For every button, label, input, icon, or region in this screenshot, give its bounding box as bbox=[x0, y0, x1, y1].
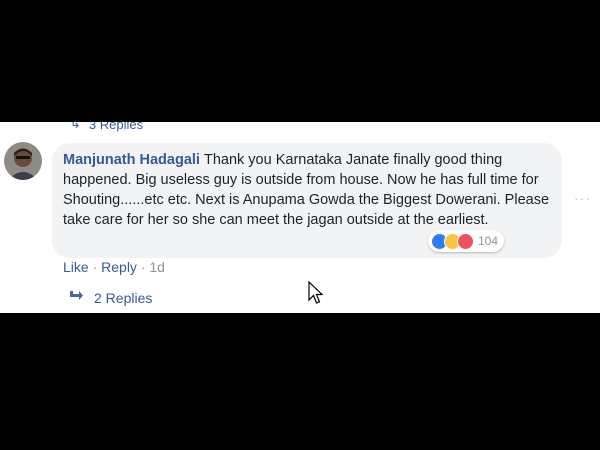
previous-replies-link[interactable]: ↳ 3 Replies bbox=[70, 122, 143, 132]
reply-arrow-icon bbox=[68, 289, 84, 306]
comment-body: Manjunath Hadagali Thank you Karnataka Ja… bbox=[63, 150, 553, 230]
comment-actions: Like · Reply · 1d bbox=[63, 259, 165, 275]
reactions-summary[interactable]: 104 bbox=[428, 230, 505, 252]
reply-arrow-icon: ↳ bbox=[70, 122, 81, 131]
like-button[interactable]: Like bbox=[63, 259, 89, 275]
previous-replies-label: 3 Replies bbox=[88, 122, 144, 132]
replies-label: 2 Replies bbox=[94, 289, 153, 306]
angry-icon bbox=[457, 232, 474, 250]
avatar[interactable] bbox=[4, 142, 42, 180]
more-options-icon[interactable]: ··· bbox=[574, 190, 591, 206]
action-separator: · bbox=[88, 259, 102, 275]
comment-author[interactable]: Manjunath Hadagali bbox=[63, 152, 200, 168]
action-separator: · bbox=[136, 259, 150, 275]
view-replies-link[interactable]: 2 Replies bbox=[68, 289, 152, 306]
comment-timestamp[interactable]: 1d bbox=[149, 259, 165, 275]
reaction-count: 104 bbox=[478, 234, 499, 248]
mouse-cursor-icon bbox=[308, 280, 324, 310]
comment-panel: ↳ 3 Replies Manjunath Hadagali Thank you … bbox=[0, 122, 600, 313]
reply-button[interactable]: Reply bbox=[101, 259, 137, 275]
